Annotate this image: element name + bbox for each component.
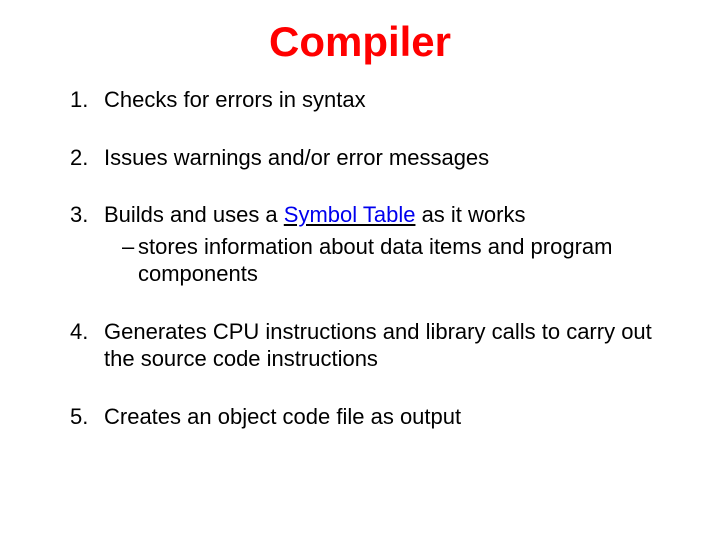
list-item: Creates an object code file as output (70, 403, 670, 431)
symbol-table-blue: Symbol Table (284, 202, 416, 227)
slide: Compiler Checks for errors in syntax Iss… (0, 0, 720, 540)
item-text: Creates an object code file as output (104, 404, 461, 429)
list-item: Generates CPU instructions and library c… (70, 318, 670, 373)
sublist-item: stores information about data items and … (122, 233, 670, 288)
item-text: Checks for errors in syntax (104, 87, 366, 112)
item-text: Issues warnings and/or error messages (104, 145, 489, 170)
sublist-text: stores information about data items and … (138, 234, 612, 287)
symbol-table-phrase: Symbol Table (284, 202, 416, 227)
page-title: Compiler (50, 18, 670, 66)
item-text: Generates CPU instructions and library c… (104, 319, 652, 372)
bullet-list: Checks for errors in syntax Issues warni… (50, 86, 670, 430)
item-text-prefix: Builds and uses a (104, 202, 284, 227)
sublist: stores information about data items and … (104, 233, 670, 288)
list-item: Checks for errors in syntax (70, 86, 670, 114)
item-text-suffix: as it works (415, 202, 525, 227)
list-item: Issues warnings and/or error messages (70, 144, 670, 172)
list-item: Builds and uses a Symbol Table as it wor… (70, 201, 670, 288)
